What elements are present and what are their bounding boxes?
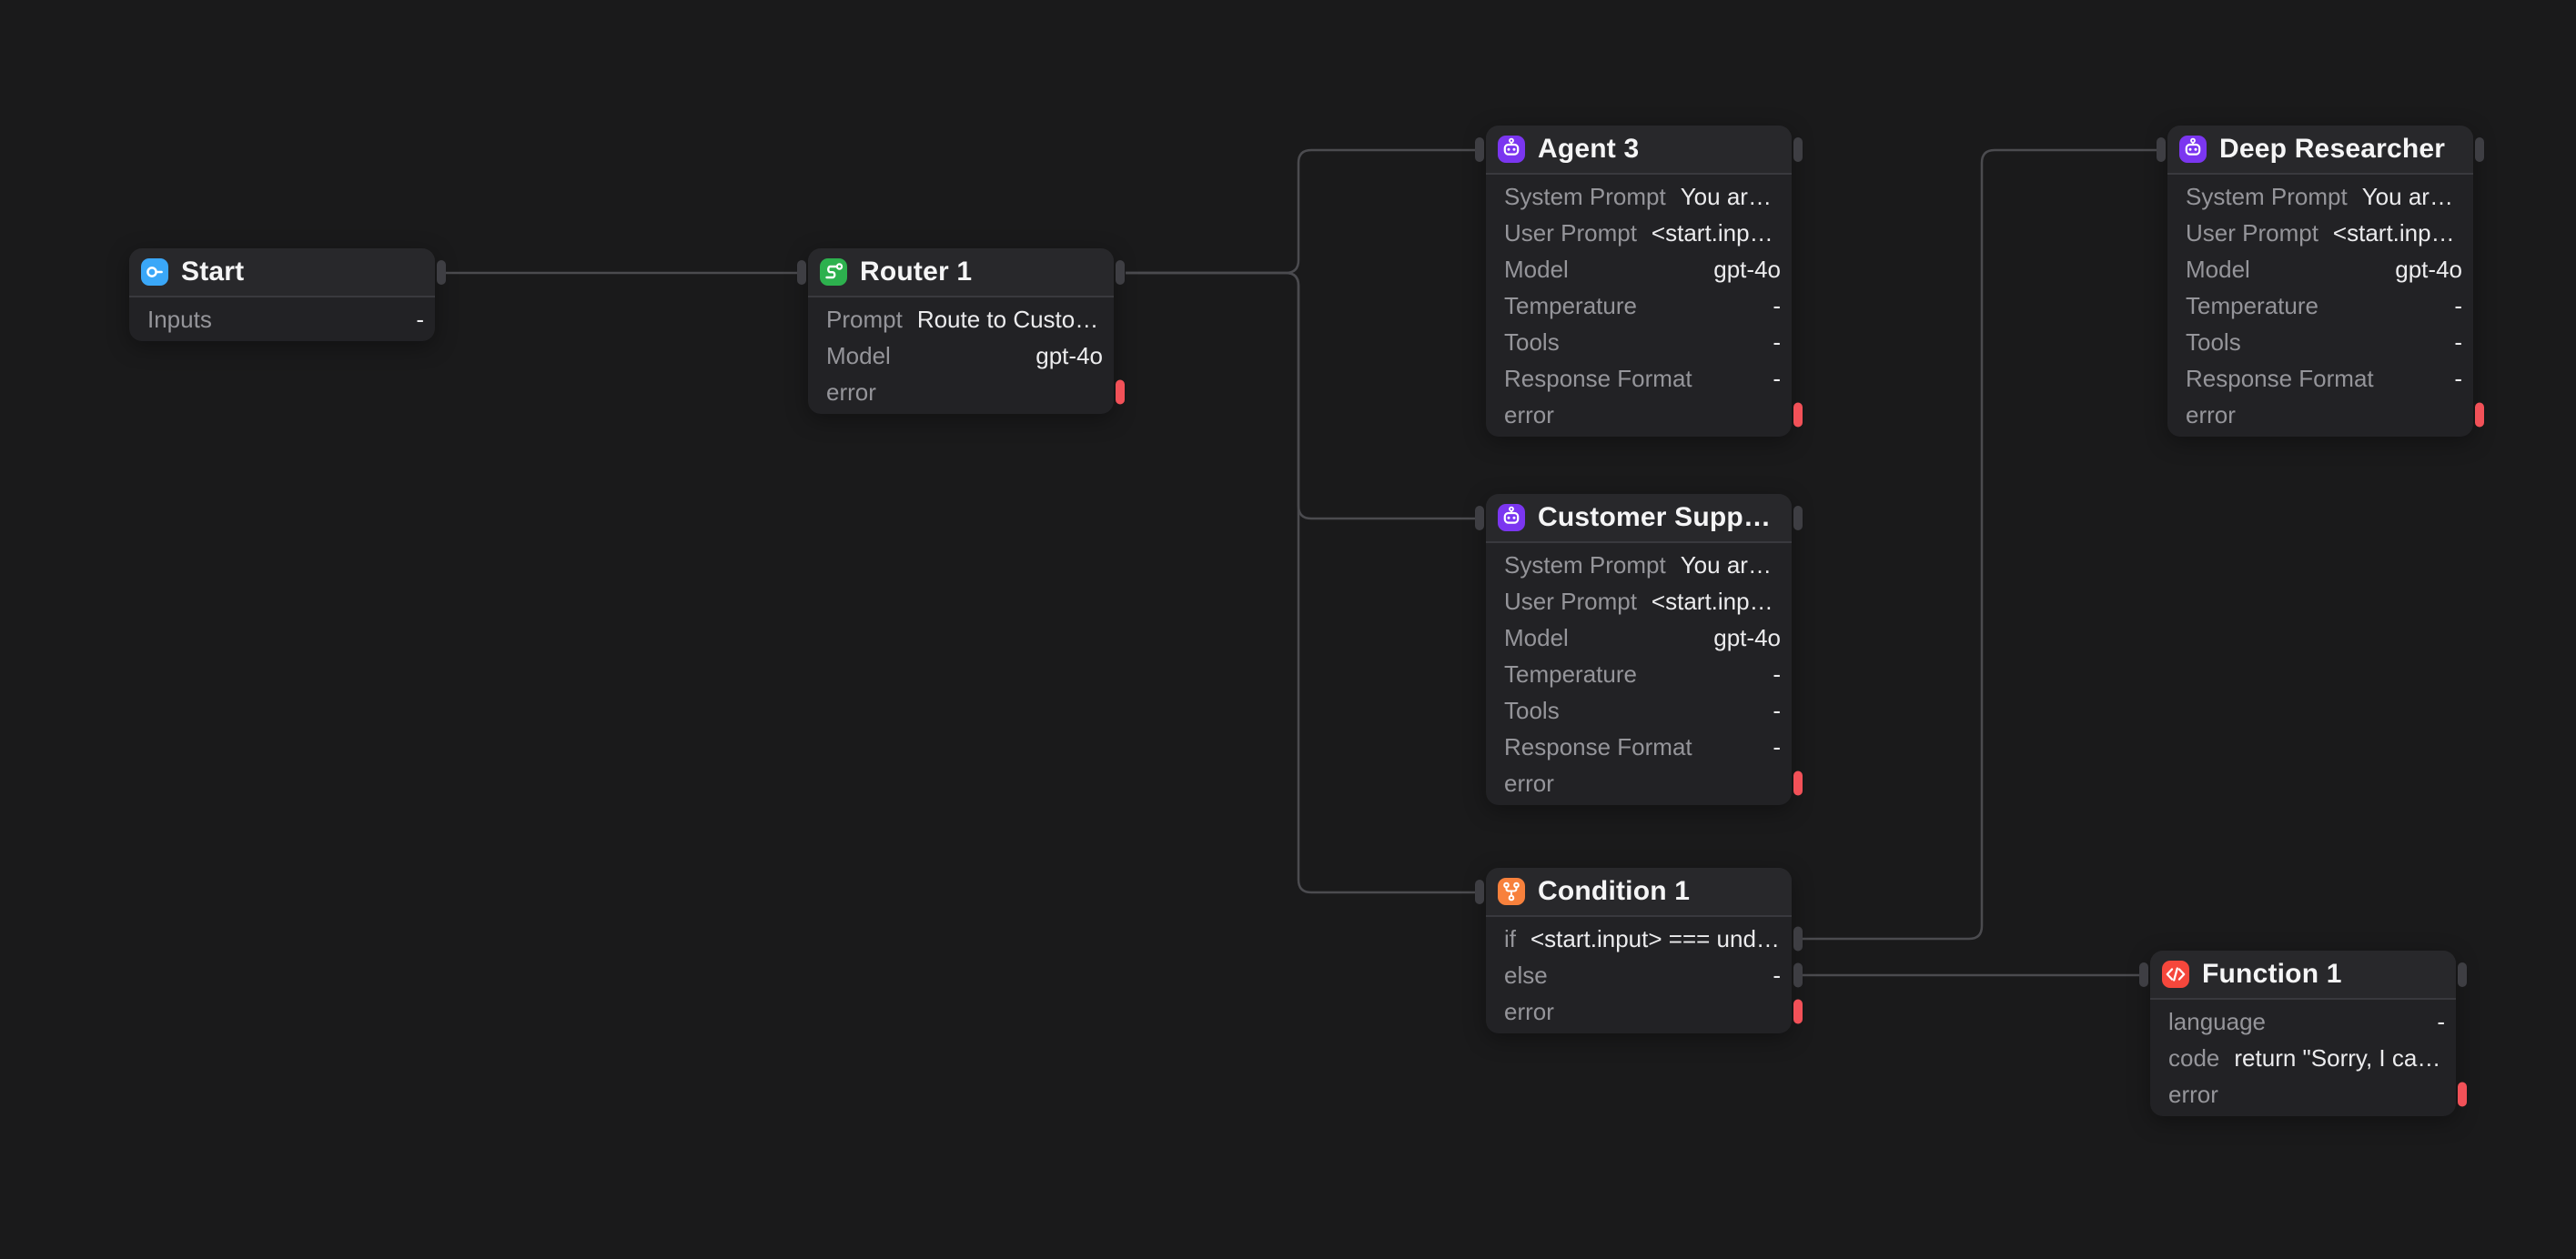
flow-canvas[interactable]: Start Inputs - Router 1 Prompt [0,0,2576,1259]
field-row-else: else - [1486,957,1792,993]
field-row-user-prompt: User Prompt <start.input> [2167,215,2473,251]
node-agent3[interactable]: Agent 3 System Prompt You are a dedicate… [1486,126,1792,437]
node-title: Condition 1 [1538,876,1690,907]
edge-router1-agent3[interactable] [1126,150,1475,273]
node-condition1-header[interactable]: Condition 1 [1486,868,1792,917]
node-router1-header[interactable]: Router 1 [808,248,1114,297]
robot-icon [1498,504,1525,531]
field-row-response-format: Response Format - [1486,729,1792,765]
output-handle[interactable] [2458,962,2467,987]
node-title: Deep Researcher [2219,134,2445,165]
node-deep-researcher-header[interactable]: Deep Researcher [2167,126,2473,175]
field-row-response-format: Response Format - [1486,360,1792,397]
if-output-handle[interactable] [1793,927,1803,952]
node-router1[interactable]: Router 1 Prompt Route to Customer Suppo.… [808,248,1114,414]
field-row-code: code return "Sorry, I can't help with ..… [2150,1040,2456,1076]
else-output-handle[interactable] [1793,963,1803,988]
route-icon [820,258,847,286]
field-row-language: language - [2150,1003,2456,1040]
node-title: Function 1 [2202,959,2342,990]
field-row-tools: Tools - [2167,324,2473,360]
node-deep-researcher[interactable]: Deep Researcher System Prompt You are a … [2167,126,2473,437]
input-handle[interactable] [2157,137,2166,162]
node-title: Router 1 [860,257,972,287]
edge-router1-customer[interactable] [1126,273,1475,519]
field-row-model: Model gpt-4o [2167,251,2473,287]
output-handle[interactable] [1793,506,1803,530]
error-handle[interactable] [2458,1083,2467,1107]
output-handle[interactable] [2475,137,2484,162]
field-row-error: error [2167,397,2473,433]
node-title: Start [181,257,244,287]
output-handle[interactable] [1116,260,1125,285]
input-handle[interactable] [1475,137,1484,162]
field-row-tools: Tools - [1486,692,1792,729]
input-handle[interactable] [797,260,806,285]
node-title: Agent 3 [1538,134,1639,165]
field-row-temperature: Temperature - [2167,287,2473,324]
node-agent3-header[interactable]: Agent 3 [1486,126,1792,175]
field-row-system-prompt: System Prompt You are a deep res... [2167,178,2473,215]
field-row-user-prompt: User Prompt <start.input> [1486,583,1792,619]
node-title: Customer Support [1538,502,1777,533]
error-handle[interactable] [2475,403,2484,428]
error-handle[interactable] [1116,380,1125,405]
field-row-temperature: Temperature - [1486,656,1792,692]
edge-router1-condition1[interactable] [1126,273,1475,892]
error-handle[interactable] [1793,771,1803,796]
robot-icon [2179,136,2207,163]
robot-icon [1498,136,1525,163]
node-condition1[interactable]: Condition 1 if <start.input> === undefin… [1486,868,1792,1033]
error-handle[interactable] [1793,1000,1803,1024]
field-row-model: Model gpt-4o [1486,619,1792,656]
edge-condition1-if-researcher[interactable] [1803,150,2157,939]
branch-icon [1498,878,1525,905]
error-handle[interactable] [1793,403,1803,428]
start-icon [141,258,168,286]
field-row-tools: Tools - [1486,324,1792,360]
input-handle[interactable] [2139,962,2148,987]
field-row-model: Model gpt-4o [808,337,1114,374]
input-handle[interactable] [1475,880,1484,904]
field-row-error: error [1486,397,1792,433]
output-handle[interactable] [437,260,446,285]
node-customer-support[interactable]: Customer Support System Prompt You are a… [1486,494,1792,805]
field-row-error: error [2150,1076,2456,1113]
field-row-inputs: Inputs - [129,301,435,337]
field-row-error: error [1486,993,1792,1030]
field-row-system-prompt: System Prompt You are a professio... [1486,547,1792,583]
field-row-user-prompt: User Prompt <start.input> [1486,215,1792,251]
output-handle[interactable] [1793,137,1803,162]
node-customer-support-header[interactable]: Customer Support [1486,494,1792,543]
field-row-temperature: Temperature - [1486,287,1792,324]
node-start-header[interactable]: Start [129,248,435,297]
field-row-model: Model gpt-4o [1486,251,1792,287]
node-function1[interactable]: Function 1 language - code return "Sorry… [2150,951,2456,1116]
field-row-response-format: Response Format - [2167,360,2473,397]
input-handle[interactable] [1475,506,1484,530]
field-row-if: if <start.input> === undefined [1486,921,1792,957]
field-row-error: error [1486,765,1792,801]
field-row-error: error [808,374,1114,410]
node-start[interactable]: Start Inputs - [129,248,435,341]
field-row-system-prompt: System Prompt You are a dedicate... [1486,178,1792,215]
field-row-prompt: Prompt Route to Customer Suppo... [808,301,1114,337]
node-function1-header[interactable]: Function 1 [2150,951,2456,1000]
code-icon [2162,961,2189,988]
